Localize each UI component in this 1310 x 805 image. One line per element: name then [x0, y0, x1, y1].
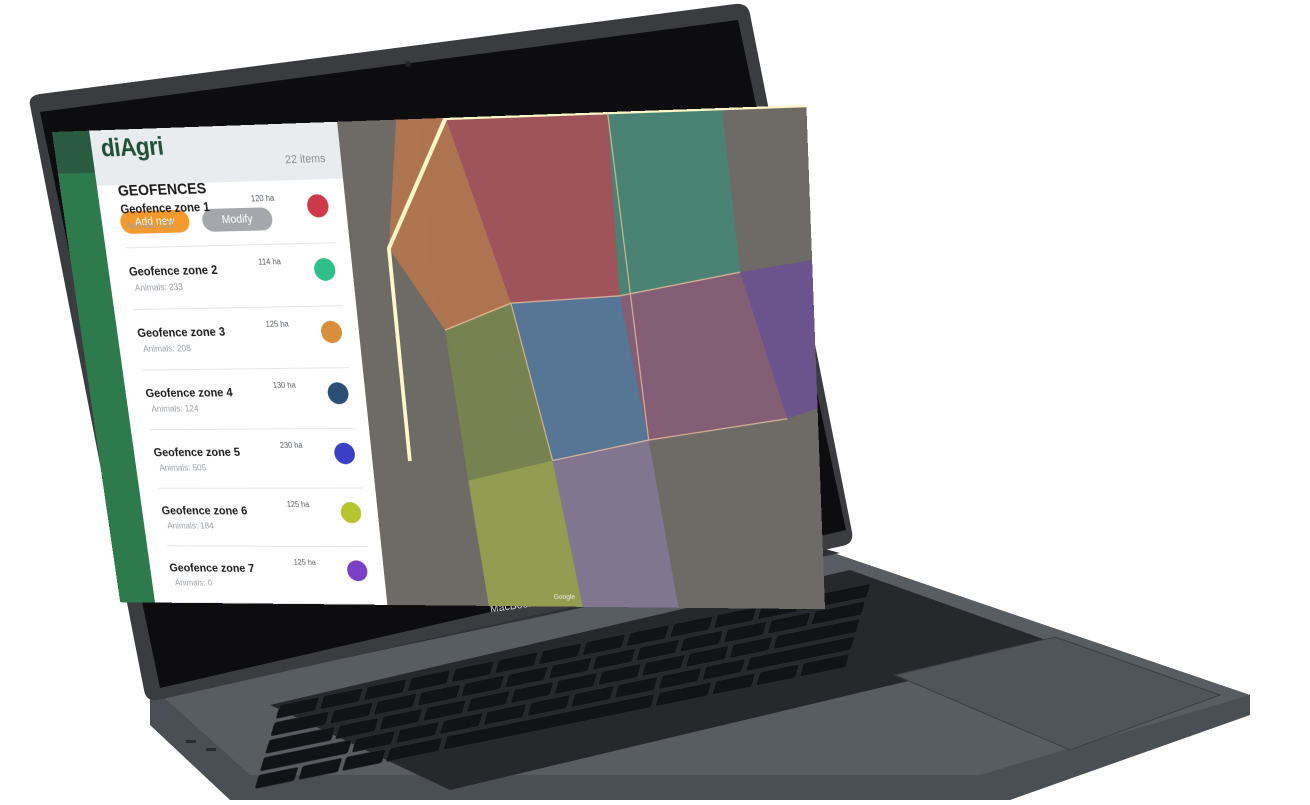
geofence-list-item[interactable]: Geofence zone 1 Animals: 182 120 ha	[117, 179, 336, 248]
map-attribution: Google	[553, 594, 575, 601]
zone-name: Geofence zone 6	[161, 504, 248, 517]
zone-color-dot	[340, 502, 363, 523]
zone-color-dot	[306, 194, 330, 218]
screen: diAgri 22 items GEOFENCES Add new Modify…	[52, 105, 825, 609]
geofence-list-item[interactable]: Geofence zone 4 Animals: 124 130 ha	[143, 368, 356, 430]
zone-area: 120 ha	[250, 193, 274, 203]
zone-area: 125 ha	[293, 558, 316, 567]
zone-color-dot	[313, 258, 336, 281]
geofence-list-item[interactable]: Geofence zone 7 Animals: 0 125 ha	[167, 546, 375, 604]
zone-area: 230 ha	[279, 441, 303, 450]
satellite-map[interactable]: Google	[337, 105, 825, 609]
zone-animals: Animals: 0	[174, 578, 212, 588]
screen-area: diAgri 22 items GEOFENCES Add new Modify…	[0, 0, 1310, 800]
zone-color-dot	[320, 321, 343, 344]
diagri-app: diAgri 22 items GEOFENCES Add new Modify…	[52, 105, 825, 609]
zone-color-dot	[346, 560, 368, 581]
zone-animals: Animals: 124	[151, 404, 199, 414]
nav-rail-top	[52, 131, 95, 174]
zone-animals: Animals: 184	[167, 521, 215, 531]
zone-area: 125 ha	[265, 319, 289, 328]
zone-area: 130 ha	[272, 381, 296, 390]
geofence-list-item[interactable]: Geofence zone 6 Animals: 184 125 ha	[159, 489, 369, 548]
items-count: 22 items	[285, 152, 327, 166]
geofence-list-item[interactable]: Geofence zone 5 Animals: 505 230 ha	[151, 429, 363, 489]
zone-animals: Animals: 233	[134, 282, 183, 293]
zone-name: Geofence zone 2	[128, 263, 218, 279]
zone-color-dot	[327, 382, 350, 404]
zone-name: Geofence zone 7	[169, 561, 255, 575]
diagri-logo[interactable]: diAgri	[99, 132, 165, 164]
zone-name: Geofence zone 3	[136, 325, 225, 340]
zone-area: 125 ha	[286, 500, 309, 509]
zone-name: Geofence zone 4	[145, 385, 234, 400]
zone-animals: Animals: 182	[126, 219, 176, 231]
zone-name: Geofence zone 1	[120, 200, 211, 217]
map-field-overlays	[337, 105, 825, 609]
sidebar-header: diAgri 22 items GEOFENCES Add new Modify	[89, 122, 343, 186]
zone-animals: Animals: 208	[143, 343, 192, 354]
zone-name: Geofence zone 5	[153, 445, 241, 459]
zone-area: 114 ha	[258, 257, 282, 267]
zone-animals: Animals: 505	[159, 463, 207, 473]
zone-color-dot	[333, 443, 356, 465]
geofence-list-item[interactable]: Geofence zone 3 Animals: 208 125 ha	[134, 306, 349, 370]
geofence-list-item[interactable]: Geofence zone 2 Animals: 233 114 ha	[126, 243, 343, 310]
